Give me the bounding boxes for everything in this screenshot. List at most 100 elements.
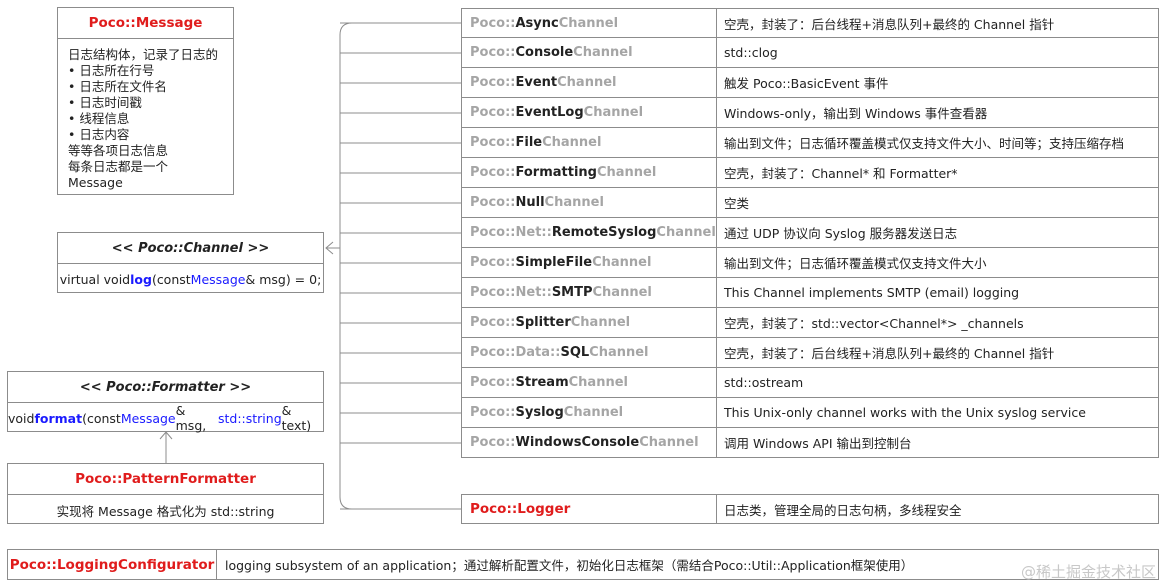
channel-class-name: Poco:: Async Channel <box>462 9 717 37</box>
channel-suffix: Channel <box>557 75 617 90</box>
formatter-interface-title: << Poco::Formatter >> <box>79 379 252 395</box>
channel-prefix: Poco::Net:: <box>470 225 552 240</box>
channel-prefix: Poco:: <box>470 375 516 390</box>
channel-core-name: SMTP <box>551 285 593 300</box>
channel-class-name: Poco:: Event Channel <box>462 68 717 97</box>
channel-description: Windows-only，输出到 Windows 事件查看器 <box>724 106 988 121</box>
channel-description: 空类 <box>724 196 750 211</box>
channel-row: Poco:: Null Channel 空类 <box>461 188 1159 218</box>
channel-description: std::clog <box>724 45 778 60</box>
channel-prefix: Poco:: <box>470 105 516 120</box>
sig-text: (const <box>82 410 121 426</box>
channel-core-name: Stream <box>515 375 569 390</box>
channel-description: 空壳，封装了：Channel* 和 Formatter* <box>724 166 958 181</box>
channel-suffix: Channel <box>639 435 699 450</box>
channel-core-name: Null <box>515 195 545 210</box>
channel-core-name: SimpleFile <box>515 255 593 270</box>
channel-class-name: Poco::Net:: SMTP Channel <box>462 278 717 307</box>
message-description: 日志结构体，记录了日志的 • 日志所在行号 • 日志所在文件名 • 日志时间戳 … <box>58 39 233 199</box>
channel-row: Poco:: Async Channel 空壳，封装了：后台线程+消息队列+最终的 C… <box>461 8 1159 38</box>
channel-core-name: SQL <box>560 345 590 360</box>
formatter-format-signature: void format (const Message & msg, std::str… <box>8 403 323 433</box>
channel-prefix: Poco:: <box>470 315 516 330</box>
channel-core-name: EventLog <box>515 105 584 120</box>
channel-class-name: Poco:: Console Channel <box>462 38 717 67</box>
channel-prefix: Poco:: <box>470 255 516 270</box>
logging-configurator-description: logging subsystem of an application；通过解析… <box>225 558 914 573</box>
channel-prefix: Poco:: <box>470 45 516 60</box>
message-line: • 日志内容 <box>68 127 130 142</box>
channel-suffix: Channel <box>592 255 652 270</box>
channel-prefix: Poco::Data:: <box>470 345 561 360</box>
channel-description: 输出到文件；日志循环覆盖模式仅支持文件大小 <box>724 256 987 271</box>
channel-description: 调用 Windows API 输出到控制台 <box>724 436 912 451</box>
channel-prefix: Poco:: <box>470 165 516 180</box>
channel-suffix: Channel <box>589 345 649 360</box>
channel-suffix: Channel <box>583 105 644 120</box>
channel-suffix: Channel <box>570 315 631 330</box>
message-class: Poco::Message 日志结构体，记录了日志的 • 日志所在行号 • 日志… <box>57 7 234 195</box>
channel-interface-title: << Poco::Channel >> <box>111 240 270 256</box>
channel-description: 空壳，封装了：std::vector<Channel*> _channels <box>724 316 1024 331</box>
channel-prefix: Poco:: <box>470 135 516 150</box>
channel-row: Poco:: SimpleFile Channel 输出到文件；日志循环覆盖模式仅支持… <box>461 248 1159 278</box>
channel-suffix: Channel <box>558 15 619 31</box>
channel-suffix: Channel <box>656 225 716 240</box>
channel-description: 空壳，封装了：后台线程+消息队列+最终的 Channel 指针 <box>724 346 1055 361</box>
channel-suffix: Channel <box>592 285 652 300</box>
channel-class-name: Poco:: SimpleFile Channel <box>462 248 717 277</box>
channel-core-name: RemoteSyslog <box>551 225 657 240</box>
sig-text: & msg) = 0; <box>245 271 322 287</box>
message-line: • 线程信息 <box>68 111 130 126</box>
channel-row: Poco:: Event Channel 触发 Poco::BasicEvent 事件 <box>461 68 1159 98</box>
channel-prefix: Poco:: <box>470 435 516 450</box>
channel-row: Poco::Net:: RemoteSyslog Channel 通过 UDP 协议向… <box>461 218 1159 248</box>
logger-description: 日志类，管理全局的日志句柄，多线程安全 <box>724 502 962 518</box>
channel-interface: << Poco::Channel >> virtual void log (con… <box>57 232 324 293</box>
channel-class-name: Poco:: WindowsConsole Channel <box>462 428 717 457</box>
channel-description: 输出到文件；日志循环覆盖模式仅支持文件大小、时间等；支持压缩存档 <box>724 136 1125 151</box>
sig-text: void <box>8 410 35 426</box>
channel-class-name: Poco:: EventLog Channel <box>462 98 717 127</box>
message-line: 每条日志都是一个 Message <box>68 159 169 190</box>
logging-configurator-row: Poco::LoggingConfigurator logging subsys… <box>7 549 1159 580</box>
logger-name: Poco::Logger <box>462 495 717 523</box>
channel-suffix: Channel <box>544 195 604 210</box>
channel-bus-line <box>339 22 353 510</box>
message-line: • 日志时间戳 <box>68 95 142 110</box>
channel-description: std::ostream <box>724 375 804 390</box>
channel-suffix: Channel <box>563 405 624 420</box>
channel-class-name: Poco:: File Channel <box>462 128 717 157</box>
channel-suffix: Channel <box>596 165 657 180</box>
sig-text: & text) <box>281 403 312 433</box>
log-method: log <box>130 271 152 287</box>
message-line: 日志结构体，记录了日志的 <box>68 47 219 62</box>
pattern-formatter-description: 实现将 Message 格式化为 std::string <box>56 503 275 519</box>
channel-prefix: Poco:: <box>470 15 516 31</box>
channel-description: 触发 Poco::BasicEvent 事件 <box>724 76 889 91</box>
channel-row: Poco:: EventLog Channel Windows-only，输出到 Wi… <box>461 98 1159 128</box>
channel-class-name: Poco::Data:: SQL Channel <box>462 338 717 367</box>
message-line: • 日志所在文件名 <box>68 79 167 94</box>
channel-prefix: Poco::Net:: <box>470 285 552 300</box>
message-type: Message <box>120 410 176 426</box>
channel-row: Poco:: Stream Channel std::ostream <box>461 368 1159 398</box>
channel-row: Poco::Net:: SMTP Channel This Channel imple… <box>461 278 1159 308</box>
channel-class-name: Poco:: Syslog Channel <box>462 398 717 427</box>
channel-description: 空壳，封装了：后台线程+消息队列+最终的 Channel 指针 <box>724 16 1055 32</box>
channel-row: Poco::Data:: SQL Channel 空壳，封装了：后台线程+消息队列+最… <box>461 338 1159 368</box>
message-class-title: Poco::Message <box>88 15 203 31</box>
channel-core-name: Splitter <box>515 315 571 330</box>
channel-class-name: Poco:: Stream Channel <box>462 368 717 397</box>
channel-description: 通过 UDP 协议向 Syslog 服务器发送日志 <box>724 226 958 241</box>
channel-row: Poco:: File Channel 输出到文件；日志循环覆盖模式仅支持文件大小、时… <box>461 128 1159 158</box>
format-method: format <box>34 410 83 426</box>
channel-row: Poco:: Formatting Channel 空壳，封装了：Channel* 和… <box>461 158 1159 188</box>
channel-core-name: File <box>515 135 543 150</box>
channel-row: Poco:: Console Channel std::clog <box>461 38 1159 68</box>
channel-suffix: Channel <box>568 375 628 390</box>
channel-class-name: Poco::Net:: RemoteSyslog Channel <box>462 218 717 247</box>
channel-prefix: Poco:: <box>470 75 516 90</box>
formatter-interface: << Poco::Formatter >> void format (const … <box>7 371 324 433</box>
channel-row: Poco:: Syslog Channel This Unix-only channe… <box>461 398 1159 428</box>
